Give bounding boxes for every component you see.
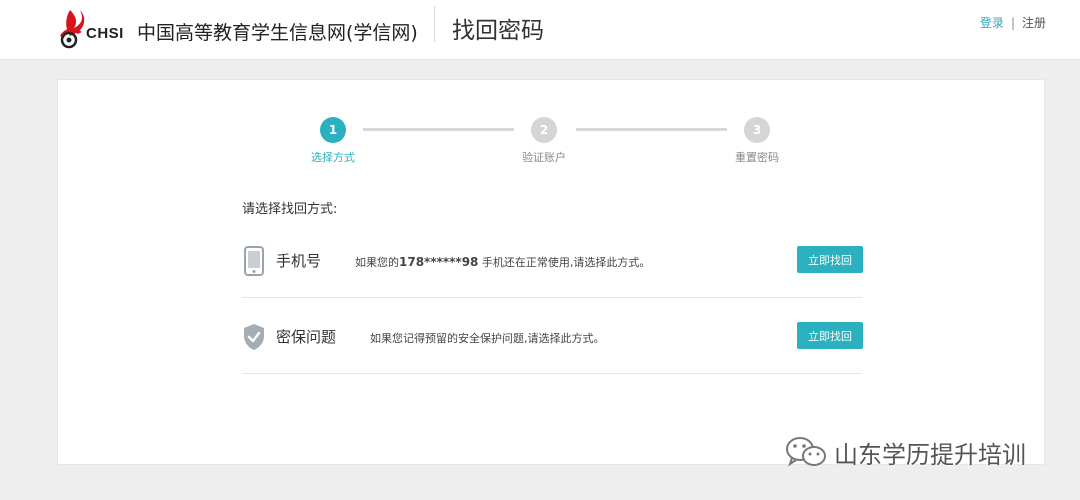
masked-phone-number: 178******98 [399,255,479,269]
option-title-phone: 手机号 [276,252,322,270]
watermark: 山东学历提升培训 [784,434,1026,470]
step-3-circle: 3 [744,117,770,143]
option-desc-security: 如果您记得预留的安全保护问题,请选择此方式。 [370,332,605,345]
step-1-label: 选择方式 [311,151,355,164]
register-link[interactable]: 注册 [1022,16,1046,30]
header-divider [434,6,435,42]
phone-icon [244,246,264,276]
recover-by-security-button[interactable]: 立即找回 [797,322,863,349]
step-3-label: 重置密码 [735,151,779,164]
logo-text: CHSI [86,25,124,42]
option-desc-phone: 如果您的178******98 手机还在正常使用,请选择此方式。 [355,255,651,269]
top-header: CHSI 中国高等教育学生信息网(学信网) 找回密码 登录 | 注册 [0,0,1080,60]
page-title: 找回密码 [452,18,544,44]
option-security-question: 密保问题 如果您记得预留的安全保护问题,请选择此方式。 立即找回 [242,298,863,374]
method-prompt: 请选择找回方式: [242,202,338,217]
option-title-security: 密保问题 [276,328,337,346]
site-name: 中国高等教育学生信息网(学信网) [137,22,418,44]
shield-check-icon [244,324,264,350]
wechat-icon [786,437,826,467]
link-separator: | [1010,16,1015,30]
watermark-text: 山东学历提升培训 [834,440,1026,469]
header-links: 登录 | 注册 [980,14,1046,31]
step-2-circle: 2 [531,117,557,143]
step-1-circle: 1 [320,117,346,143]
recover-by-phone-button[interactable]: 立即找回 [797,246,863,273]
step-connector [576,128,727,131]
step-2-label: 验证账户 [522,151,566,164]
login-link[interactable]: 登录 [980,16,1004,30]
recovery-card: 1 2 3 选择方式 验证账户 重置密码 请选择找回方式: 手机号 如果您的17… [57,79,1045,465]
option-phone: 手机号 如果您的178******98 手机还在正常使用,请选择此方式。 立即找… [242,222,863,298]
step-connector [363,128,514,131]
